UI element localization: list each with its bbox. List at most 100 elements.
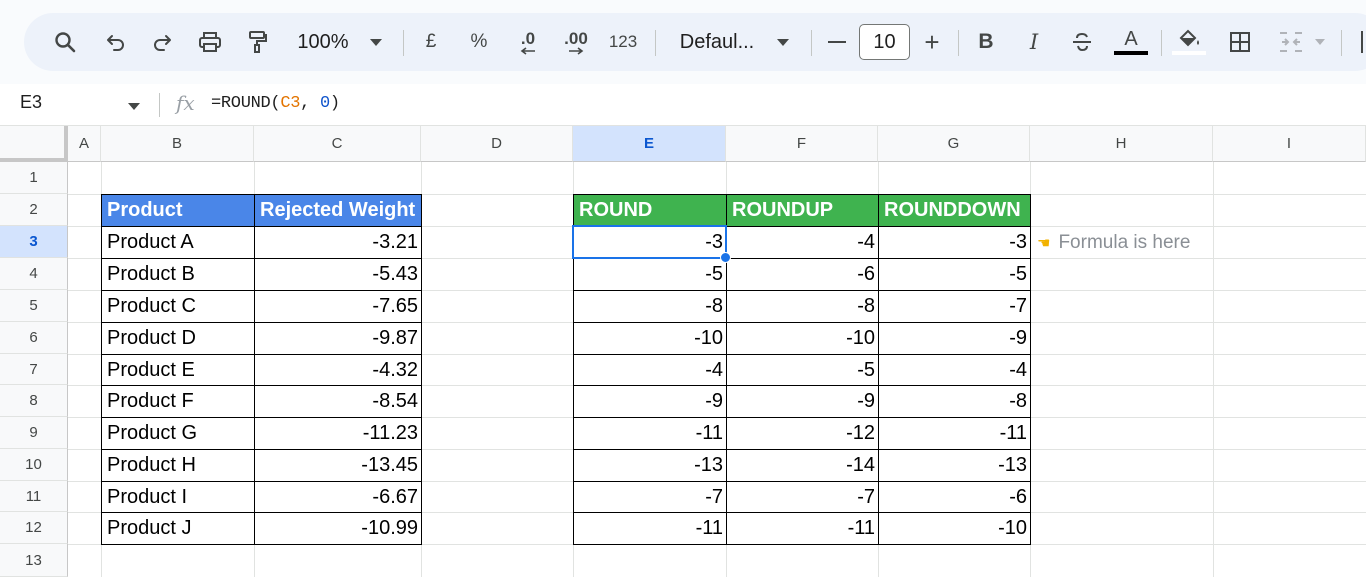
table2-result-cell[interactable]: -13 (573, 449, 727, 482)
table1-product-cell[interactable]: Product G (101, 417, 255, 450)
row-header-5[interactable]: 5 (0, 290, 68, 322)
table2-result-cell[interactable]: -8 (573, 290, 727, 323)
row-header-8[interactable]: 8 (0, 385, 68, 417)
column-header-b[interactable]: B (101, 126, 254, 162)
column-header-f[interactable]: F (726, 126, 878, 162)
column-header-c[interactable]: C (254, 126, 421, 162)
table2-result-cell[interactable]: -7 (573, 481, 727, 513)
row-header-10[interactable]: 10 (0, 449, 68, 481)
table1-product-cell[interactable]: Product A (101, 226, 255, 259)
row-header-7[interactable]: 7 (0, 354, 68, 385)
currency-format-button[interactable]: £ (420, 13, 442, 71)
formula-input[interactable]: =ROUND(C3, 0) (211, 94, 340, 113)
table2-result-cell[interactable]: -10 (573, 322, 727, 355)
name-box[interactable]: E3 (20, 92, 42, 113)
table2-result-cell[interactable]: -9 (726, 385, 879, 418)
row-header-9[interactable]: 9 (0, 417, 68, 449)
table2-result-cell[interactable]: -5 (726, 354, 879, 386)
spreadsheet-grid[interactable]: ☚ Formula is here A B C D E F G H I 1 2 3 4 5 6 7 8 9 10 11… (0, 126, 1366, 577)
row-header-6[interactable]: 6 (0, 322, 68, 354)
font-dropdown-icon[interactable] (773, 13, 793, 71)
column-header-d[interactable]: D (421, 126, 573, 162)
table1-weight-cell[interactable]: -11.23 (254, 417, 422, 450)
row-header-13[interactable]: 13 (0, 544, 68, 577)
table2-result-cell[interactable]: -9 (573, 385, 727, 418)
column-header-a[interactable]: A (68, 126, 101, 162)
font-size-input[interactable]: 10 (859, 24, 910, 60)
table2-result-cell[interactable]: -7 (726, 481, 879, 513)
column-header-g[interactable]: G (878, 126, 1030, 162)
table1-weight-cell[interactable]: -3.21 (254, 226, 422, 259)
search-menus-icon[interactable] (50, 13, 80, 71)
decrease-font-size-button[interactable] (825, 13, 849, 71)
percent-format-button[interactable]: % (467, 13, 491, 71)
table2-result-cell[interactable]: -10 (878, 512, 1031, 545)
table2-result-cell[interactable]: -14 (726, 449, 879, 482)
increase-decimal-button[interactable]: .00 (557, 13, 595, 71)
table1-product-cell[interactable]: Product I (101, 481, 255, 513)
paint-format-icon[interactable] (244, 13, 270, 71)
fill-handle[interactable] (720, 252, 731, 263)
table2-result-cell[interactable]: -11 (878, 417, 1031, 450)
table1-product-cell[interactable]: Product J (101, 512, 255, 545)
table1-weight-cell[interactable]: -9.87 (254, 322, 422, 355)
table2-result-cell[interactable]: -11 (573, 512, 727, 545)
table2-result-cell[interactable]: -10 (726, 322, 879, 355)
zoom-dropdown-icon[interactable] (366, 13, 386, 71)
table2-result-cell[interactable]: -6 (878, 481, 1031, 513)
table1-product-cell[interactable]: Product C (101, 290, 255, 323)
table2-result-cell[interactable]: -4 (878, 354, 1031, 386)
table2-result-cell[interactable]: -7 (878, 290, 1031, 323)
table1-weight-cell[interactable]: -7.65 (254, 290, 422, 323)
toolbar: 100% £ % .0 .00 123 Defaul... (24, 13, 1366, 71)
gridline-vertical (1213, 162, 1214, 577)
table2-result-cell[interactable]: -5 (573, 258, 727, 291)
table1-product-cell[interactable]: Product B (101, 258, 255, 291)
table2-result-cell[interactable]: -11 (726, 512, 879, 545)
table2-header-cell[interactable]: ROUNDDOWN (878, 194, 1031, 227)
table2-result-cell[interactable]: -11 (573, 417, 727, 450)
table1-product-cell[interactable]: Product D (101, 322, 255, 355)
table1-weight-cell[interactable]: -5.43 (254, 258, 422, 291)
table1-product-cell[interactable]: Product E (101, 354, 255, 386)
decrease-decimal-button[interactable]: .0 (512, 13, 544, 71)
table2-result-cell[interactable]: -4 (726, 226, 879, 259)
table2-result-cell[interactable]: -3 (878, 226, 1031, 259)
table2-result-cell[interactable]: -9 (878, 322, 1031, 355)
table2-result-cell[interactable]: -12 (726, 417, 879, 450)
table1-weight-cell[interactable]: -10.99 (254, 512, 422, 545)
column-header-i[interactable]: I (1213, 126, 1366, 162)
table2-header-cell[interactable]: ROUNDUP (726, 194, 879, 227)
select-all-corner[interactable] (0, 126, 68, 162)
table2-header-cell[interactable]: ROUND (573, 194, 727, 227)
table1-product-cell[interactable]: Product F (101, 385, 255, 418)
zoom-value[interactable]: 100% (292, 13, 354, 71)
table2-result-cell[interactable]: -4 (573, 354, 727, 386)
table1-weight-cell[interactable]: -6.67 (254, 481, 422, 513)
row-header-11[interactable]: 11 (0, 481, 68, 512)
table2-result-cell[interactable]: -5 (878, 258, 1031, 291)
column-header-e[interactable]: E (573, 126, 726, 162)
row-header-2[interactable]: 2 (0, 194, 68, 226)
row-header-3[interactable]: 3 (0, 226, 68, 258)
font-family-select[interactable]: Defaul... (674, 13, 760, 71)
row-header-1[interactable]: 1 (0, 162, 68, 194)
table1-header-cell[interactable]: Product (101, 194, 255, 227)
table2-result-cell[interactable]: -13 (878, 449, 1031, 482)
redo-icon[interactable] (149, 13, 175, 71)
table1-weight-cell[interactable]: -13.45 (254, 449, 422, 482)
print-icon[interactable] (196, 13, 224, 71)
row-header-4[interactable]: 4 (0, 258, 68, 290)
column-header-h[interactable]: H (1030, 126, 1213, 162)
table1-header-cell[interactable]: Rejected Weight (254, 194, 422, 227)
table2-result-cell[interactable]: -8 (726, 290, 879, 323)
row-header-12[interactable]: 12 (0, 512, 68, 544)
table2-result-cell[interactable]: -8 (878, 385, 1031, 418)
more-formats-button[interactable]: 123 (606, 13, 640, 71)
table1-product-cell[interactable]: Product H (101, 449, 255, 482)
name-box-dropdown-icon[interactable] (128, 97, 140, 115)
table1-weight-cell[interactable]: -8.54 (254, 385, 422, 418)
table1-weight-cell[interactable]: -4.32 (254, 354, 422, 386)
table2-result-cell[interactable]: -6 (726, 258, 879, 291)
undo-icon[interactable] (103, 13, 129, 71)
